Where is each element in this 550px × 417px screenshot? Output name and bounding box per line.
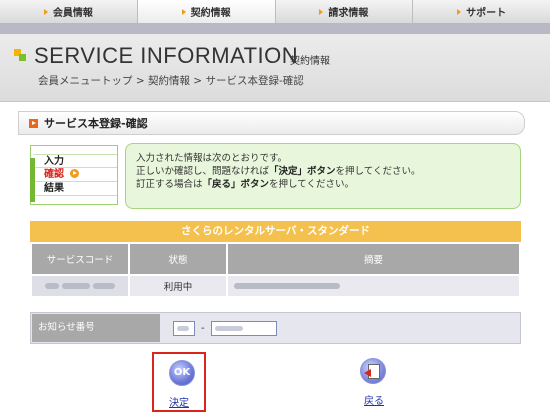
section-title-bar: サービス本登録-確認: [18, 111, 525, 135]
notice-number-part2: [210, 321, 277, 336]
instruction-box: 入力された情報は次のとおりです。 正しいか確認し、問題なければ「決定」ボタンを押…: [125, 143, 521, 209]
instruction-line-3: 訂正する場合は「戻る」ボタンを押してください。: [136, 179, 354, 190]
step-confirm: 確認: [31, 168, 117, 182]
arrow-icon: [43, 8, 48, 15]
arrow-icon: [457, 8, 462, 15]
tab-billing-info[interactable]: 請求情報: [276, 0, 414, 23]
page-subtitle: 契約情報: [290, 56, 330, 67]
tab-label: 会員情報: [52, 8, 93, 19]
back-page-icon[interactable]: [360, 358, 386, 384]
tab-label: サポート: [466, 8, 507, 19]
instruction-line-1: 入力された情報は次のとおりです。: [136, 153, 288, 164]
notice-separator: -: [201, 323, 205, 334]
service-table: サービスコード 状態 摘要 利用中: [30, 242, 521, 298]
redacted-text: [62, 283, 90, 289]
ok-circle-icon[interactable]: OK: [169, 360, 195, 386]
ok-button-label[interactable]: 決定: [154, 394, 204, 409]
instruction-line-2: 正しいか確認し、問題なければ「決定」ボタンを押してください。: [136, 166, 421, 177]
step-input: 入力: [31, 154, 117, 168]
tab-support[interactable]: サポート: [413, 0, 550, 23]
redacted-text: [214, 326, 243, 331]
tab-member-info[interactable]: 会員情報: [0, 0, 138, 23]
breadcrumb: 会員メニュートップ > 契約情報 > サービス本登録-確認: [38, 75, 304, 87]
step-label: 入力: [44, 156, 64, 167]
notice-number-label: お知らせ番号: [32, 314, 160, 342]
ok-button[interactable]: OK 決定: [152, 352, 206, 412]
step-result: 結果: [31, 182, 117, 196]
notice-number-part1: [173, 321, 195, 336]
header-stripe: [0, 24, 550, 34]
tab-contract-info[interactable]: 契約情報: [137, 0, 276, 23]
back-button[interactable]: 戻る: [347, 352, 401, 412]
service-code-cell: [30, 274, 130, 298]
column-header-service-code: サービスコード: [30, 242, 130, 276]
page-title: SERVICE INFORMATION: [34, 43, 299, 68]
arrow-icon: [181, 8, 186, 15]
current-step-icon: [70, 169, 79, 178]
page-header: SERVICE INFORMATION 契約情報 会員メニュートップ > 契約情…: [0, 24, 550, 102]
redacted-text: [93, 283, 116, 289]
arrow-icon: [319, 8, 324, 15]
tab-label: 契約情報: [190, 8, 231, 19]
notice-number-value: -: [173, 321, 277, 336]
step-accent-bar: [30, 158, 35, 202]
back-button-label[interactable]: 戻る: [347, 392, 401, 407]
redacted-text: [177, 326, 189, 331]
notice-number-row: お知らせ番号 -: [30, 312, 521, 344]
service-name-header: さくらのレンタルサーバ・スタンダード: [30, 221, 521, 242]
column-header-status: 状態: [128, 242, 228, 276]
table-row: 利用中: [30, 274, 521, 298]
top-tab-bar: 会員情報 契約情報 請求情報 サポート: [0, 0, 550, 24]
column-header-summary: 摘要: [226, 242, 521, 276]
redacted-text: [234, 283, 340, 289]
status-cell: 利用中: [128, 274, 228, 298]
logo-squares-icon: [14, 49, 26, 61]
step-indicator: 入力 確認 結果: [30, 145, 118, 205]
tab-label: 請求情報: [328, 8, 369, 19]
summary-cell: [226, 274, 521, 298]
arrow-box-icon: [29, 118, 38, 128]
redacted-text: [44, 283, 59, 289]
step-label: 結果: [44, 183, 64, 194]
step-label: 確認: [44, 169, 64, 180]
section-title: サービス本登録-確認: [44, 117, 148, 130]
